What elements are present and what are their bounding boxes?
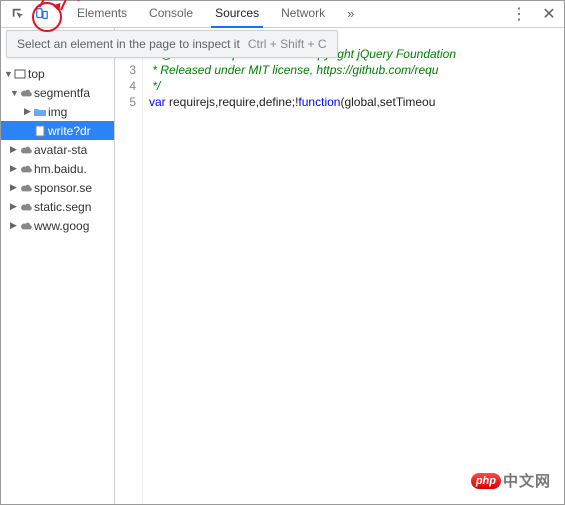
close-icon[interactable]: ✕ <box>539 4 559 24</box>
main-panel: ▼ top ▼segmentfa▶imgwrite?dr▶avatar-sta▶… <box>0 28 565 505</box>
tree-item[interactable]: ▶static.segn <box>0 197 114 216</box>
tab-sources[interactable]: Sources <box>211 0 263 28</box>
cloud-icon <box>18 88 34 98</box>
code-editor[interactable]: 12345 /** vim: et:ts=4:sw=4:sts=4 * @lic… <box>115 28 565 505</box>
tab-network[interactable]: Network <box>277 0 329 28</box>
cloud-icon <box>18 221 34 231</box>
tree-item[interactable]: ▶avatar-sta <box>0 140 114 159</box>
devtools-toolbar: Elements Console Sources Network » ⋮ ✕ <box>0 0 565 28</box>
cloud-icon <box>18 202 34 212</box>
window-icon <box>12 68 28 80</box>
inspect-element-icon[interactable] <box>6 2 30 26</box>
logo-brand: php <box>471 473 501 489</box>
tree-top[interactable]: ▼ top <box>0 64 114 83</box>
file-icon <box>32 125 48 137</box>
toggle-device-toolbar-icon[interactable] <box>30 2 54 26</box>
separator <box>60 6 61 22</box>
tooltip-shortcut: Ctrl + Shift + C <box>248 37 327 51</box>
tree-item[interactable]: ▶sponsor.se <box>0 178 114 197</box>
tree-item[interactable]: ▶hm.baidu. <box>0 159 114 178</box>
tree-item-label: img <box>48 105 67 119</box>
folder-icon <box>32 107 48 117</box>
tree-item-label: segmentfa <box>34 86 90 100</box>
tree-item-label: sponsor.se <box>34 181 92 195</box>
cloud-icon <box>18 145 34 155</box>
inspect-tooltip: Select an element in the page to inspect… <box>6 30 338 58</box>
line-gutter: 12345 <box>115 30 143 505</box>
tree-item-label: avatar-sta <box>34 143 87 157</box>
tree-item-label: write?dr <box>48 124 91 138</box>
tree-item[interactable]: write?dr <box>0 121 114 140</box>
tab-console[interactable]: Console <box>145 0 197 28</box>
tree-item-label: hm.baidu. <box>34 162 87 176</box>
tooltip-text: Select an element in the page to inspect… <box>17 37 240 51</box>
tree-item-label: static.segn <box>34 200 91 214</box>
cloud-icon <box>18 183 34 193</box>
kebab-menu-icon[interactable]: ⋮ <box>509 4 529 24</box>
panel-tabs: Elements Console Sources Network » <box>73 0 358 28</box>
tree-item[interactable]: ▶img <box>0 102 114 121</box>
code-lines: /** vim: et:ts=4:sw=4:sts=4 * @license R… <box>143 30 456 505</box>
tree-item[interactable]: ▼segmentfa <box>0 83 114 102</box>
logo-cn: 中文网 <box>503 470 551 491</box>
tree-item-label: www.goog <box>34 219 89 233</box>
file-tree[interactable]: ▼ top ▼segmentfa▶imgwrite?dr▶avatar-sta▶… <box>0 28 115 505</box>
watermark-logo: php 中文网 <box>471 470 551 491</box>
tab-elements[interactable]: Elements <box>73 0 131 28</box>
tab-more[interactable]: » <box>343 0 358 28</box>
cloud-icon <box>18 164 34 174</box>
tree-item[interactable]: ▶www.goog <box>0 216 114 235</box>
tree-top-label: top <box>28 67 45 81</box>
